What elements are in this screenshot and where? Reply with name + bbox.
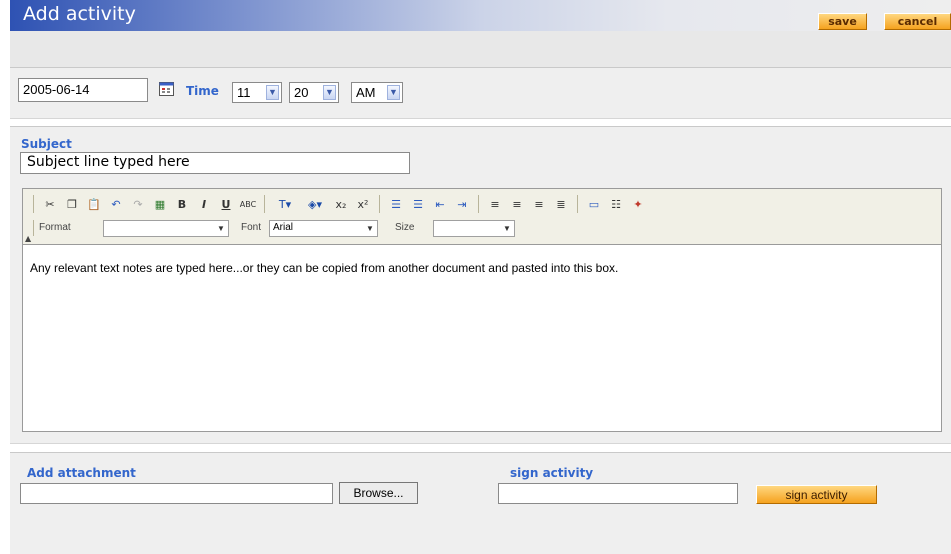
toolbar-row-icons: ✂ ❐ 📋 ↶ ↷ ▦ B I U ABC T▾ ◈▾ x₂ x² ☰ ☰ ⇤ … (31, 193, 646, 215)
bulleted-list-icon[interactable]: ☰ (410, 196, 426, 212)
ampm-select[interactable]: AM ▼ (351, 82, 403, 103)
text-color-icon[interactable]: T▾ (273, 196, 297, 212)
collapse-toolbar-icon[interactable]: ▲ (25, 234, 31, 243)
format-select[interactable]: ▼ (103, 220, 229, 237)
cancel-button[interactable]: cancel (884, 13, 951, 30)
undo-icon[interactable]: ↶ (108, 196, 124, 212)
strikethrough-icon[interactable]: ABC (240, 196, 256, 212)
underline-icon[interactable]: U (218, 196, 234, 212)
sign-activity-input[interactable] (498, 483, 738, 504)
hour-select[interactable]: 11 ▼ (232, 82, 282, 103)
datetime-panel (10, 67, 951, 119)
header-strip (10, 31, 951, 67)
superscript-icon[interactable]: x² (355, 196, 371, 212)
italic-icon[interactable]: I (196, 196, 212, 212)
save-button[interactable]: save (818, 13, 867, 30)
outdent-icon[interactable]: ⇤ (432, 196, 448, 212)
plugin-icon[interactable]: ✦ (630, 196, 646, 212)
copy-icon[interactable]: ❐ (64, 196, 80, 212)
toolbar-separator (478, 195, 479, 213)
browse-button[interactable]: Browse... (339, 482, 418, 504)
time-label: Time (186, 84, 219, 98)
toolbar-separator (33, 195, 34, 213)
attachment-label: Add attachment (27, 466, 136, 480)
numbered-list-icon[interactable]: ☰ (388, 196, 404, 212)
chevron-down-icon: ▼ (266, 85, 279, 100)
format-label: Format (39, 222, 71, 233)
date-field[interactable]: 2005-06-14 (18, 78, 148, 102)
attachment-file-input[interactable] (20, 483, 333, 504)
subscript-icon[interactable]: x₂ (333, 196, 349, 212)
toolbar-separator (33, 220, 34, 236)
minute-select[interactable]: 20 ▼ (289, 82, 339, 103)
highlight-color-icon[interactable]: ◈▾ (303, 196, 327, 212)
font-select[interactable]: Arial ▼ (269, 220, 378, 237)
header-bar (10, 0, 951, 31)
sign-activity-button[interactable]: sign activity (756, 485, 877, 504)
window-icon[interactable]: ▭ (586, 196, 602, 212)
size-select[interactable]: ▼ (433, 220, 515, 237)
sign-activity-label: sign activity (510, 466, 594, 480)
toolbar-separator (264, 195, 265, 213)
align-right-icon[interactable]: ≡ (531, 196, 547, 212)
editor-body[interactable]: Any relevant text notes are typed here..… (22, 245, 942, 432)
editor-toolbar: ✂ ❐ 📋 ↶ ↷ ▦ B I U ABC T▾ ◈▾ x₂ x² ☰ ☰ ⇤ … (22, 188, 942, 245)
subject-label: Subject (21, 137, 72, 151)
chevron-down-icon: ▼ (366, 224, 374, 233)
toolbar-separator (577, 195, 578, 213)
indent-icon[interactable]: ⇥ (454, 196, 470, 212)
horizontal-rule-icon[interactable]: ☷ (608, 196, 624, 212)
align-center-icon[interactable]: ≡ (509, 196, 525, 212)
paste-icon[interactable]: 📋 (86, 196, 102, 212)
toolbar-separator (379, 195, 380, 213)
hour-value: 11 (237, 85, 251, 100)
chevron-down-icon: ▼ (323, 85, 336, 100)
page-title: Add activity (23, 3, 136, 25)
align-left-icon[interactable]: ≡ (487, 196, 503, 212)
cut-icon[interactable]: ✂ (42, 196, 58, 212)
redo-icon[interactable]: ↷ (130, 196, 146, 212)
chevron-down-icon: ▼ (217, 224, 225, 233)
subject-input[interactable]: Subject line typed here (20, 152, 410, 174)
minute-value: 20 (294, 85, 309, 100)
align-justify-icon[interactable]: ≣ (553, 196, 569, 212)
table-icon[interactable]: ▦ (152, 196, 168, 212)
font-label: Font (241, 222, 262, 233)
bold-icon[interactable]: B (174, 196, 190, 212)
chevron-down-icon: ▼ (503, 224, 511, 233)
size-label: Size (395, 222, 415, 233)
font-value: Arial (273, 222, 294, 233)
ampm-value: AM (356, 85, 376, 100)
chevron-down-icon: ▼ (387, 85, 400, 100)
calendar-icon[interactable] (159, 82, 174, 96)
